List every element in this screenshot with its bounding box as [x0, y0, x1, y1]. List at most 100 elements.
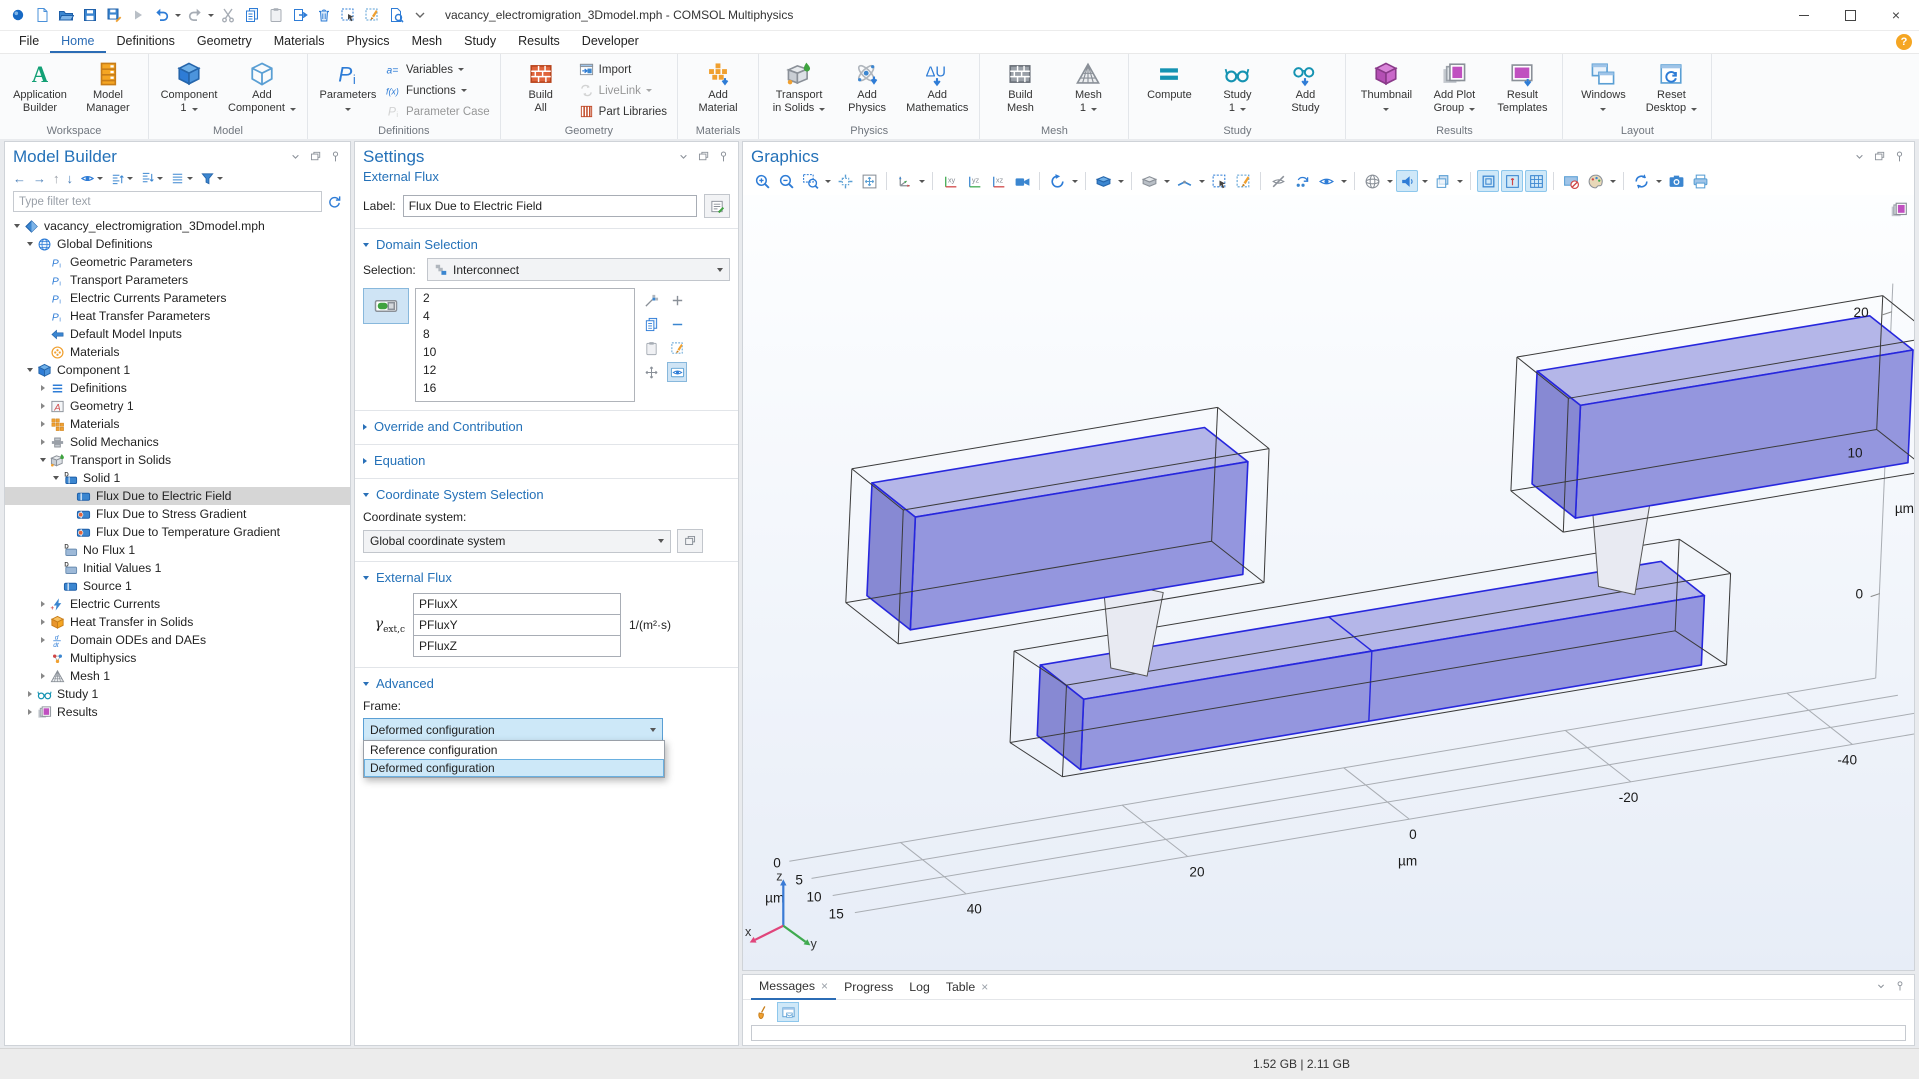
hide-icon[interactable] [1267, 170, 1289, 192]
ribbon-button-windows[interactable]: Windows [1570, 57, 1636, 116]
menu-item-study[interactable]: Study [453, 31, 507, 53]
triad-icon[interactable] [893, 170, 915, 192]
tree-item-materials[interactable]: Materials [5, 415, 350, 433]
center-icon[interactable] [834, 170, 856, 192]
tree-item-electric-currents-parameters[interactable]: PiElectric Currents Parameters [5, 289, 350, 307]
seledge-icon[interactable] [1173, 170, 1195, 192]
paste-icon[interactable] [641, 338, 661, 358]
dropdown-arrow-icon[interactable] [174, 14, 182, 17]
refresh2-icon[interactable] [1630, 170, 1652, 192]
dropdown-arrow-icon[interactable] [1608, 180, 1617, 183]
selection-list[interactable]: 248101216 [415, 288, 635, 402]
tree-item-component-1[interactable]: Component 1 [5, 361, 350, 379]
frame-option[interactable]: Reference configuration [364, 741, 664, 759]
selection-list-item[interactable]: 16 [416, 379, 634, 397]
tab-log[interactable]: Log [901, 976, 938, 999]
pin-panel-icon[interactable] [329, 150, 342, 163]
redo-icon[interactable] [183, 3, 206, 27]
minimize-button[interactable] [1781, 0, 1827, 30]
docsearch-icon[interactable] [384, 3, 407, 27]
tree-item-heat-transfer-parameters[interactable]: PiHeat Transfer Parameters [5, 307, 350, 325]
listic-icon[interactable] [170, 171, 193, 186]
close-icon[interactable]: × [821, 979, 828, 993]
selection-list-item[interactable]: 10 [416, 343, 634, 361]
selbrush-icon[interactable] [667, 338, 687, 358]
section-external-flux[interactable]: External Flux [355, 562, 738, 589]
tree-item-solid-1[interactable]: DSolid 1 [5, 469, 350, 487]
dropdown-arrow-icon[interactable] [1070, 180, 1079, 183]
tab-messages[interactable]: Messages× [751, 975, 836, 1000]
dropdown-arrow-icon[interactable] [1420, 180, 1429, 183]
selbox-icon[interactable] [336, 3, 359, 27]
ribbon-button-livelink[interactable]: LiveLink [576, 80, 670, 101]
expander-icon[interactable] [50, 476, 62, 480]
maximize-button[interactable] [1827, 0, 1873, 30]
tree-item-geometry-1[interactable]: AGeometry 1 [5, 397, 350, 415]
vxz-icon[interactable]: xz [987, 170, 1009, 192]
tree-item-vacancy-electromigration-3dmodel-mph[interactable]: vacancy_electromigration_3Dmodel.mph [5, 217, 350, 235]
selbox2-icon[interactable] [1208, 170, 1230, 192]
fit-icon[interactable] [858, 170, 880, 192]
tree-item-flux-due-to-stress-gradient[interactable]: Flux Due to Stress Gradient [5, 505, 350, 523]
selection-list-item[interactable]: 4 [416, 307, 634, 325]
refresh-icon[interactable] [327, 194, 342, 209]
dropdown-arrow-icon[interactable] [1116, 180, 1125, 183]
eyebox-icon[interactable] [667, 362, 687, 382]
ribbon-button-model-manager[interactable]: ModelManager [75, 57, 141, 116]
filter-input[interactable] [13, 191, 322, 212]
clear-messages-icon[interactable] [751, 1002, 773, 1022]
tree-nav-icon[interactable]: ← [13, 171, 26, 186]
ribbon-button-transport-in-solids[interactable]: Transportin Solids [766, 57, 832, 116]
ribbon-button-variables[interactable]: a=Variables [383, 59, 493, 80]
seldom-icon[interactable] [1092, 170, 1114, 192]
open-icon[interactable] [54, 3, 77, 27]
logo-icon[interactable] [6, 3, 29, 27]
expander-icon[interactable] [37, 439, 49, 445]
plus-icon[interactable] [667, 290, 687, 310]
sphere-icon[interactable] [1361, 170, 1383, 192]
tree-item-transport-parameters[interactable]: PiTransport Parameters [5, 271, 350, 289]
new-icon[interactable] [30, 3, 53, 27]
ribbon-button-parameters[interactable]: PiParameters [315, 57, 381, 116]
save-icon[interactable] [78, 3, 101, 27]
selection-list-item[interactable]: 8 [416, 325, 634, 343]
vxy-icon[interactable]: xy [939, 170, 961, 192]
ortho-icon[interactable] [1477, 170, 1499, 192]
sortup-icon[interactable] [110, 171, 133, 186]
ribbon-button-reset-desktop[interactable]: ResetDesktop [1638, 57, 1704, 116]
runover-icon[interactable] [1291, 170, 1313, 192]
open-messages-window-icon[interactable] [777, 1002, 799, 1022]
ribbon-button-import[interactable]: Import [576, 59, 670, 80]
tree-item-multiphysics[interactable]: Multiphysics [5, 649, 350, 667]
move-icon[interactable] [641, 362, 661, 382]
ribbon-button-mesh-1[interactable]: Mesh1 [1055, 57, 1121, 116]
chevsmall-icon[interactable] [408, 3, 431, 27]
ribbon-button-build-all[interactable]: BuildAll [508, 57, 574, 116]
section-override[interactable]: Override and Contribution [355, 411, 738, 438]
ribbon-button-add-material[interactable]: AddMaterial [685, 57, 751, 116]
tree-item-geometric-parameters[interactable]: PiGeometric Parameters [5, 253, 350, 271]
menu-item-materials[interactable]: Materials [263, 31, 336, 53]
menu-item-results[interactable]: Results [507, 31, 571, 53]
menu-item-home[interactable]: Home [50, 31, 105, 53]
gridic-icon[interactable] [1525, 170, 1547, 192]
palette-icon[interactable] [1584, 170, 1606, 192]
tree-item-no-flux-1[interactable]: DNo Flux 1 [5, 541, 350, 559]
axesbox-icon[interactable] [1501, 170, 1523, 192]
print-icon[interactable] [1689, 170, 1711, 192]
expander-icon[interactable] [37, 619, 49, 625]
selbrush-icon[interactable] [1232, 170, 1254, 192]
tree-item-definitions[interactable]: Definitions [5, 379, 350, 397]
expander-icon[interactable] [37, 421, 49, 427]
section-coordinate-system[interactable]: Coordinate System Selection [355, 479, 738, 506]
tree-item-transport-in-solids[interactable]: Transport in Solids [5, 451, 350, 469]
expander-icon[interactable] [11, 224, 23, 228]
expander-icon[interactable] [37, 403, 49, 409]
dropdown-arrow-icon[interactable] [1162, 180, 1171, 183]
expander-icon[interactable] [24, 242, 36, 246]
go-to-source-button[interactable] [677, 529, 703, 553]
close-button[interactable]: × [1873, 0, 1919, 30]
dropdown-arrow-icon[interactable] [207, 14, 215, 17]
ribbon-button-add-component[interactable]: AddComponent [224, 57, 300, 116]
panel-menu-icon[interactable] [677, 150, 690, 163]
